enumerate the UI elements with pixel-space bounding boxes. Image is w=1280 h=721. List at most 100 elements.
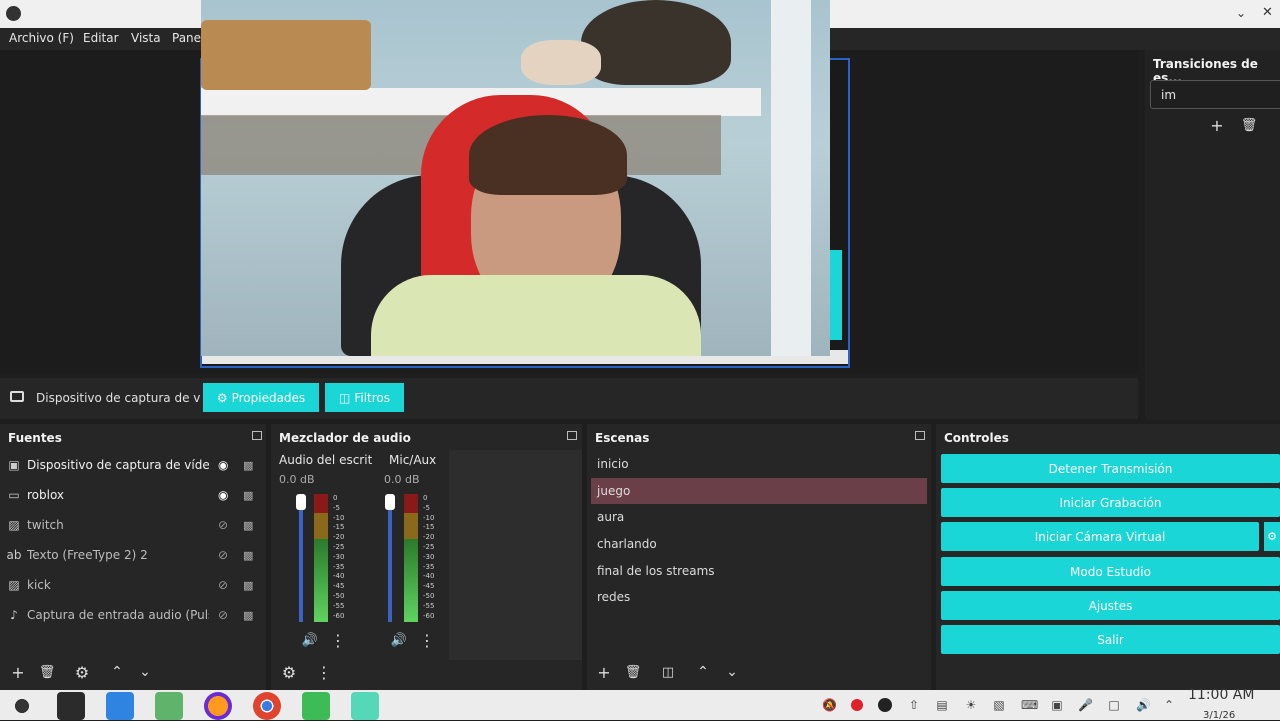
scenes-list: inicio juego aura charlando final de los str… <box>591 450 927 610</box>
move-down-icon[interactable]: ⌄ <box>721 661 743 683</box>
source-item[interactable]: ab Texto (FreeType 2) 2 ⊘ ▩ <box>0 540 266 570</box>
virtual-camera-settings-button[interactable]: ⚙ <box>1264 522 1280 551</box>
terminal-icon[interactable] <box>57 692 85 720</box>
db-tick: -35 <box>333 562 345 571</box>
transition-select[interactable]: im <box>1150 80 1280 109</box>
add-source-icon[interactable]: + <box>7 661 29 683</box>
chrome-icon[interactable] <box>253 692 281 720</box>
volume-icon[interactable]: 🔊 <box>1136 698 1151 712</box>
add-icon[interactable]: + <box>1206 114 1228 136</box>
obs-tray-icon[interactable] <box>878 698 892 712</box>
scene-item[interactable]: redes <box>591 584 927 610</box>
stop-streaming-button[interactable]: Detener Transmisión <box>941 454 1280 483</box>
eye-off-icon[interactable]: ⊘ <box>218 608 228 622</box>
source-item[interactable]: ♪ Captura de entrada audio (Pulse ⊘ ▩ <box>0 600 266 630</box>
brightness-icon[interactable]: ☀ <box>964 698 978 712</box>
db-tick: -30 <box>423 552 435 561</box>
speaker-icon[interactable]: 🔊 <box>388 629 410 651</box>
clock-date[interactable]: 3/1/26 <box>1203 710 1235 721</box>
firefox-icon[interactable] <box>204 692 232 720</box>
move-down-icon[interactable]: ⌄ <box>134 661 156 683</box>
properties-button[interactable]: ⚙ Propiedades <box>203 383 319 412</box>
studio-mode-button[interactable]: Modo Estudio <box>941 557 1280 586</box>
store-icon[interactable] <box>106 692 134 720</box>
scene-item[interactable]: inicio <box>591 451 927 477</box>
display-icon[interactable]: ▣ <box>1050 698 1064 712</box>
notifications-off-icon[interactable]: 🔕 <box>822 698 837 712</box>
eye-off-icon[interactable]: ⊘ <box>218 518 228 532</box>
eye-icon[interactable]: ◉ <box>218 488 228 502</box>
clock-time[interactable]: 11:00 AM <box>1188 687 1254 703</box>
scene-item[interactable]: charlando <box>591 531 927 557</box>
start-recording-button[interactable]: Iniciar Grabación <box>941 488 1280 517</box>
scene-item[interactable]: juego <box>591 477 927 504</box>
scene-item[interactable]: final de los streams <box>591 558 927 584</box>
lock-icon[interactable]: ▩ <box>243 459 253 472</box>
menu-paneles[interactable]: Pane <box>172 31 201 45</box>
move-up-icon[interactable]: ⌃ <box>106 661 128 683</box>
add-scene-icon[interactable]: + <box>593 661 615 683</box>
tray-expand-icon[interactable]: ⌃ <box>1162 698 1176 712</box>
settings-button[interactable]: Ajustes <box>941 591 1280 620</box>
source-settings-icon[interactable]: ⚙ <box>71 661 93 683</box>
close-icon[interactable]: ✕ <box>1262 5 1273 20</box>
slider-handle[interactable] <box>296 494 306 510</box>
remove-source-icon[interactable]: 🗑 <box>36 661 58 683</box>
battery-icon: ▧ <box>993 698 1005 712</box>
db-tick: -30 <box>333 552 345 561</box>
kebab-menu-icon[interactable]: ⋮ <box>416 629 438 651</box>
lock-icon[interactable]: ▩ <box>243 549 253 562</box>
start-virtual-camera-button[interactable]: Iniciar Cámara Virtual <box>941 522 1259 551</box>
scene-item[interactable]: aura <box>591 504 927 530</box>
source-item[interactable]: ▨ twitch ⊘ ▩ <box>0 510 266 540</box>
undock-icon[interactable] <box>567 431 577 440</box>
volume-slider[interactable] <box>299 496 303 622</box>
keyboard-icon[interactable]: ⌨ <box>1021 698 1038 712</box>
volume-slider[interactable] <box>388 496 392 622</box>
remove-scene-icon[interactable]: 🗑 <box>622 661 644 683</box>
mixer-settings-icon[interactable]: ⚙ <box>278 661 300 683</box>
eye-icon[interactable]: ◉ <box>218 458 228 472</box>
mixer-menu-icon[interactable]: ⋮ <box>313 661 335 683</box>
speaker-icon[interactable]: 🔊 <box>299 629 321 651</box>
db-tick: -40 <box>423 572 435 581</box>
eye-off-icon[interactable]: ⊘ <box>218 548 228 562</box>
scene-filter-icon[interactable]: ◫ <box>657 661 679 683</box>
lock-icon[interactable]: ▩ <box>243 489 253 502</box>
source-item[interactable]: ▭ roblox ◉ ▩ <box>0 480 266 510</box>
db-tick: -50 <box>423 591 435 600</box>
update-icon[interactable]: ⇧ <box>907 698 921 712</box>
record-indicator-icon <box>851 699 863 711</box>
undock-icon[interactable] <box>252 431 262 440</box>
menu-editar[interactable]: Editar <box>83 31 119 45</box>
slider-handle[interactable] <box>385 494 395 510</box>
channel-db: 0.0 dB <box>279 473 315 486</box>
source-item[interactable]: ▨ kick ⊘ ▩ <box>0 570 266 600</box>
eye-off-icon[interactable]: ⊘ <box>218 578 228 592</box>
filters-button[interactable]: ◫ Filtros <box>325 383 404 412</box>
app-green-icon[interactable] <box>302 692 330 720</box>
kebab-menu-icon[interactable]: ⋮ <box>327 629 349 651</box>
exit-button[interactable]: Salir <box>941 625 1280 654</box>
db-tick: -15 <box>423 523 435 532</box>
lock-icon[interactable]: ▩ <box>243 519 253 532</box>
lock-icon[interactable]: ▩ <box>243 609 253 622</box>
start-menu-icon[interactable] <box>8 692 36 720</box>
menu-archivo[interactable]: Archivo (F) <box>9 31 74 45</box>
image-icon: ▨ <box>8 578 20 592</box>
lock-icon[interactable]: ▩ <box>243 579 253 592</box>
menu-vista[interactable]: Vista <box>131 31 161 45</box>
source-label: kick <box>27 578 51 592</box>
files-icon[interactable] <box>155 692 183 720</box>
chevron-down-icon[interactable]: ⌄ <box>1236 6 1246 20</box>
clipboard-icon[interactable]: ▤ <box>935 698 949 712</box>
db-tick: -60 <box>333 611 345 620</box>
db-scale: 0 -5 -10 -15 -20 -25 -30 -35 -40 -45 -50 -55 -60 <box>423 494 443 621</box>
microphone-icon[interactable]: 🎤 <box>1078 698 1093 712</box>
move-up-icon[interactable]: ⌃ <box>692 661 714 683</box>
obs-icon[interactable] <box>351 692 379 720</box>
trash-icon[interactable]: 🗑 <box>1238 114 1260 136</box>
source-item[interactable]: ▣ Dispositivo de captura de vídeo ◉ ▩ <box>0 450 266 480</box>
undock-icon[interactable] <box>915 431 925 440</box>
db-tick: -50 <box>333 591 345 600</box>
